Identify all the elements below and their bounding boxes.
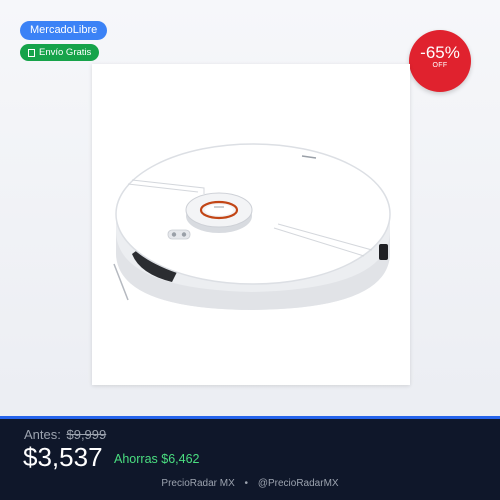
footer-credits: PrecioRadar MX • @PrecioRadarMX <box>0 478 500 489</box>
previous-price-label: Antes: <box>24 427 61 442</box>
footer-separator: • <box>244 478 249 489</box>
free-shipping-label: Envío Gratis <box>39 47 92 58</box>
discount-badge: -65% OFF <box>409 30 471 92</box>
current-price: $3,537 <box>23 442 103 472</box>
previous-price-row: Antes: $9,999 <box>24 427 106 442</box>
store-badge-label: MercadoLibre <box>30 24 98 36</box>
free-shipping-badge: Envío Gratis <box>20 44 100 61</box>
product-image-card <box>92 64 410 385</box>
savings-amount: Ahorras $6,462 <box>114 452 200 466</box>
robot-vacuum-image <box>113 143 391 310</box>
previous-price: $9,999 <box>66 427 107 442</box>
footer-site-name: PrecioRadar MX <box>161 478 235 489</box>
box-icon <box>28 48 35 57</box>
footer-handle: @PrecioRadarMX <box>257 478 339 489</box>
price-bar: Antes: $9,999 $3,537 Ahorras $6,462 Prec… <box>0 416 500 500</box>
discount-percent: -65% <box>420 43 460 62</box>
discount-off-label: OFF <box>432 62 448 69</box>
store-badge: MercadoLibre <box>20 21 108 40</box>
